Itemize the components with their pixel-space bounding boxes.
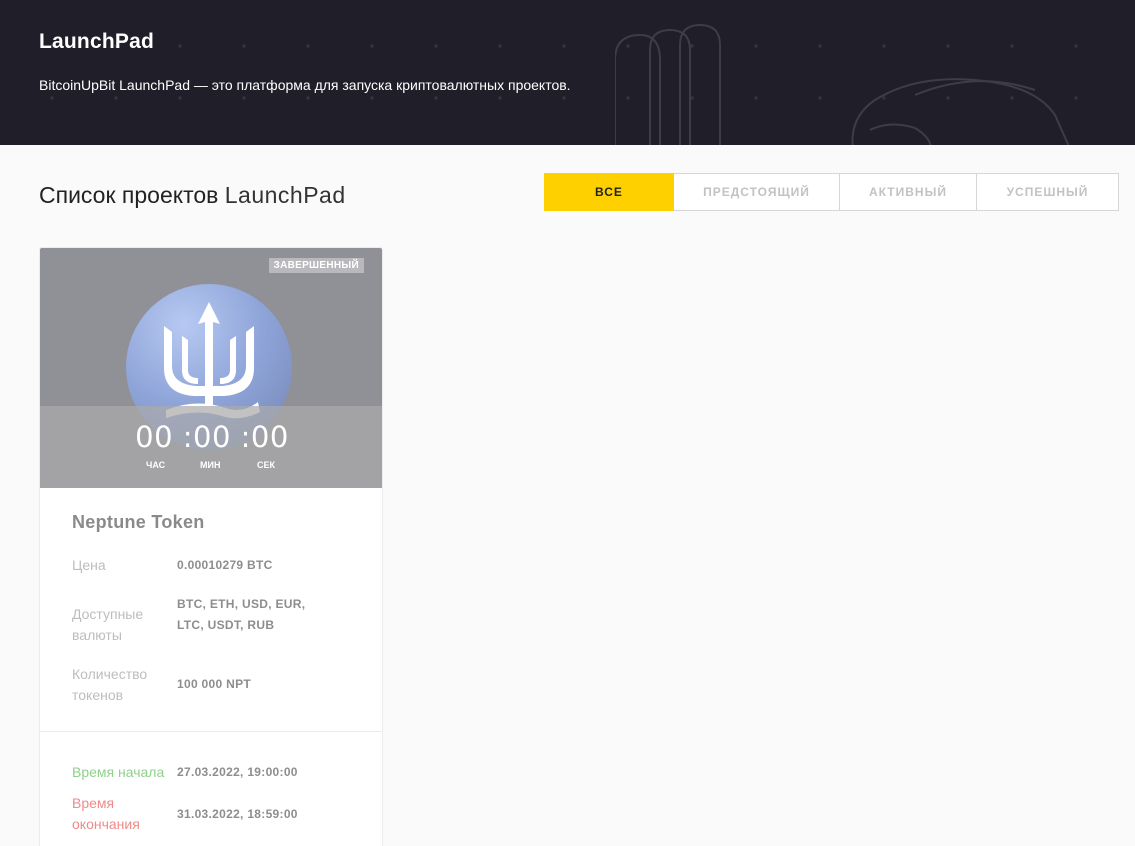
end-time-value: 31.03.2022, 18:59:00 xyxy=(177,807,298,821)
tokens-row: Количество токенов 100 000 NPT xyxy=(72,664,350,706)
tab-upcoming[interactable]: ПРЕДСТОЯЩИЙ xyxy=(674,173,840,211)
card-divider xyxy=(40,731,382,732)
tab-all[interactable]: ВСЕ xyxy=(544,173,674,211)
section-title-accent: LaunchPad xyxy=(224,182,346,208)
timer-minutes-label: МИН xyxy=(200,460,221,470)
start-time-value: 27.03.2022, 19:00:00 xyxy=(177,765,298,779)
banner-hand-illustration xyxy=(615,23,1070,145)
project-info: Цена 0.00010279 BTC Доступные валюты BTC… xyxy=(72,555,350,706)
countdown-timer: 00 :00 :00 xyxy=(135,420,289,454)
start-time-row: Время начала 27.03.2022, 19:00:00 xyxy=(72,751,372,793)
countdown-labels: ЧАС МИН СЕК xyxy=(40,460,382,474)
section-title-main: Список проектов xyxy=(39,182,219,208)
tokens-label: Количество токенов xyxy=(72,666,148,703)
section-title: Список проектов LaunchPad xyxy=(39,182,346,209)
filter-tabs: ВСЕ ПРЕДСТОЯЩИЙ АКТИВНЫЙ УСПЕШНЫЙ xyxy=(544,173,1119,211)
currencies-label: Доступные валюты xyxy=(72,606,144,643)
status-badge: ЗАВЕРШЕННЫЙ xyxy=(268,258,364,273)
page-title: LaunchPad xyxy=(39,30,154,53)
project-name[interactable]: Neptune Token xyxy=(72,512,350,533)
price-value: 0.00010279 BTC xyxy=(177,558,273,572)
timer-hours-label: ЧАС xyxy=(146,460,166,470)
end-time-row: Время окончания 31.03.2022, 18:59:00 xyxy=(72,793,372,835)
currencies-value: BTC, ETH, USD, EUR, LTC, USDT, RUB xyxy=(177,597,306,632)
end-time-label: Время окончания xyxy=(72,795,140,832)
page-subtitle: BitcoinUpBit LaunchPad — это платформа д… xyxy=(39,77,571,93)
project-card-image: ЗАВЕРШЕННЫЙ 00 :00 :00 ЧАС МИН СЕК xyxy=(40,248,382,488)
tab-active[interactable]: АКТИВНЫЙ xyxy=(840,173,977,211)
price-row: Цена 0.00010279 BTC xyxy=(72,555,350,576)
tokens-value: 100 000 NPT xyxy=(177,677,252,691)
project-card-body: Neptune Token Цена 0.00010279 BTC Доступ… xyxy=(40,488,382,706)
currencies-row: Доступные валюты BTC, ETH, USD, EUR, LTC… xyxy=(72,594,350,646)
price-label: Цена xyxy=(72,557,106,573)
project-card[interactable]: ЗАВЕРШЕННЫЙ 00 :00 :00 ЧАС МИН СЕК Neptu… xyxy=(39,247,383,846)
header-banner: LaunchPad BitcoinUpBit LaunchPad — это п… xyxy=(0,0,1135,145)
start-time-label: Время начала xyxy=(72,763,165,780)
project-times: Время начала 27.03.2022, 19:00:00 Время … xyxy=(72,751,372,835)
tab-successful[interactable]: УСПЕШНЫЙ xyxy=(977,173,1119,211)
timer-seconds-label: СЕК xyxy=(257,460,275,470)
